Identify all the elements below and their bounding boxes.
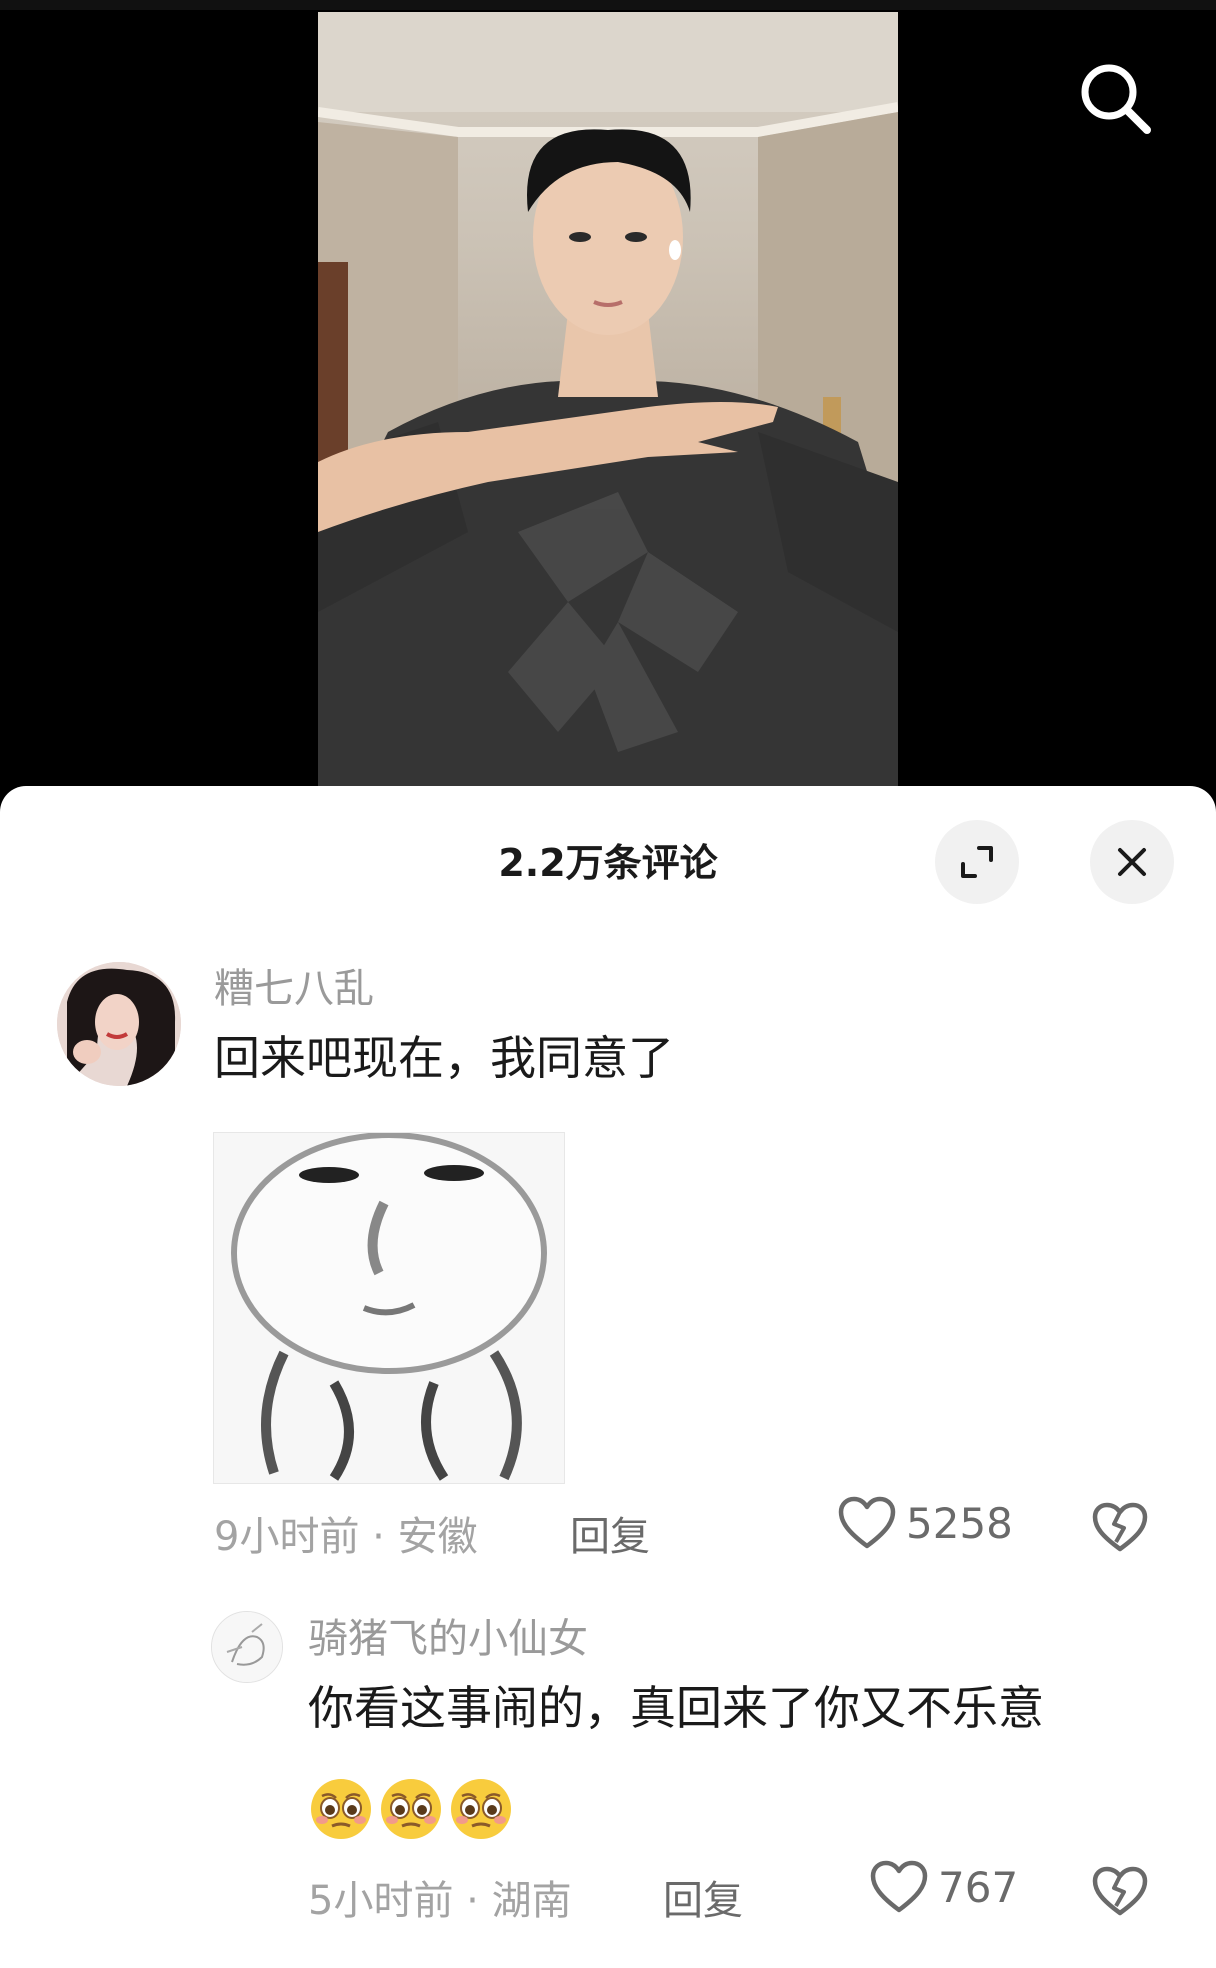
like-count: 5258 — [906, 1498, 1013, 1548]
broken-heart-icon — [1092, 1502, 1148, 1552]
video-scene — [318, 12, 898, 786]
meta-separator: · — [453, 1878, 492, 1924]
video-frame[interactable] — [318, 12, 898, 786]
like-button[interactable]: 5258 — [838, 1496, 1013, 1550]
comment-time: 9小时前 — [214, 1514, 360, 1560]
comment-text: 你看这事闹的，真回来了你又不乐意 — [308, 1681, 1044, 1735]
comments-count-title: 2.2万条评论 — [498, 841, 718, 885]
pleading-face-emoji-icon — [381, 1779, 441, 1839]
comment-meta: 5小时前 · 湖南 — [308, 1868, 572, 1926]
comment-location: 安徽 — [397, 1514, 478, 1560]
avatar-image — [57, 962, 181, 1086]
like-count: 767 — [938, 1862, 1019, 1912]
avatar[interactable] — [211, 1611, 283, 1683]
video-player[interactable] — [0, 10, 1216, 786]
pleading-face-emoji-icon — [451, 1779, 511, 1839]
avatar[interactable] — [57, 962, 181, 1086]
comment-username[interactable]: 骑猪飞的小仙女 — [308, 1606, 588, 1664]
comment-sticker-image[interactable] — [213, 1132, 565, 1484]
pleading-face-emoji-icon — [311, 1779, 371, 1839]
comment-text: 回来吧现在，我同意了 — [214, 1031, 674, 1085]
expand-button[interactable] — [935, 820, 1019, 904]
dislike-button[interactable] — [1092, 1866, 1148, 1920]
heart-icon — [838, 1496, 896, 1549]
comment-time: 5小时前 — [308, 1878, 454, 1924]
search-icon — [1081, 64, 1151, 134]
status-strip — [0, 0, 1216, 10]
emoji-row — [308, 1776, 514, 1842]
meta-separator: · — [359, 1514, 398, 1560]
broken-heart-icon — [1092, 1866, 1148, 1916]
search-button[interactable] — [1075, 58, 1155, 138]
close-icon — [1118, 848, 1146, 876]
comments-sheet: 2.2万条评论 糟七八乱 回来吧现在，我同意了 9小时前 · 安徽 回复 525… — [0, 786, 1216, 1968]
reply-button[interactable]: 回复 — [663, 1868, 743, 1926]
comment-meta: 9小时前 · 安徽 — [214, 1504, 478, 1562]
comment-username[interactable]: 糟七八乱 — [214, 956, 374, 1014]
meme-sticker — [214, 1133, 564, 1483]
avatar-image — [212, 1612, 282, 1682]
like-button[interactable]: 767 — [870, 1860, 1018, 1914]
reply-button[interactable]: 回复 — [570, 1504, 650, 1562]
dislike-button[interactable] — [1092, 1502, 1148, 1556]
comment-location: 湖南 — [491, 1878, 572, 1924]
heart-icon — [870, 1860, 928, 1913]
close-button[interactable] — [1090, 820, 1174, 904]
expand-icon — [961, 846, 993, 878]
